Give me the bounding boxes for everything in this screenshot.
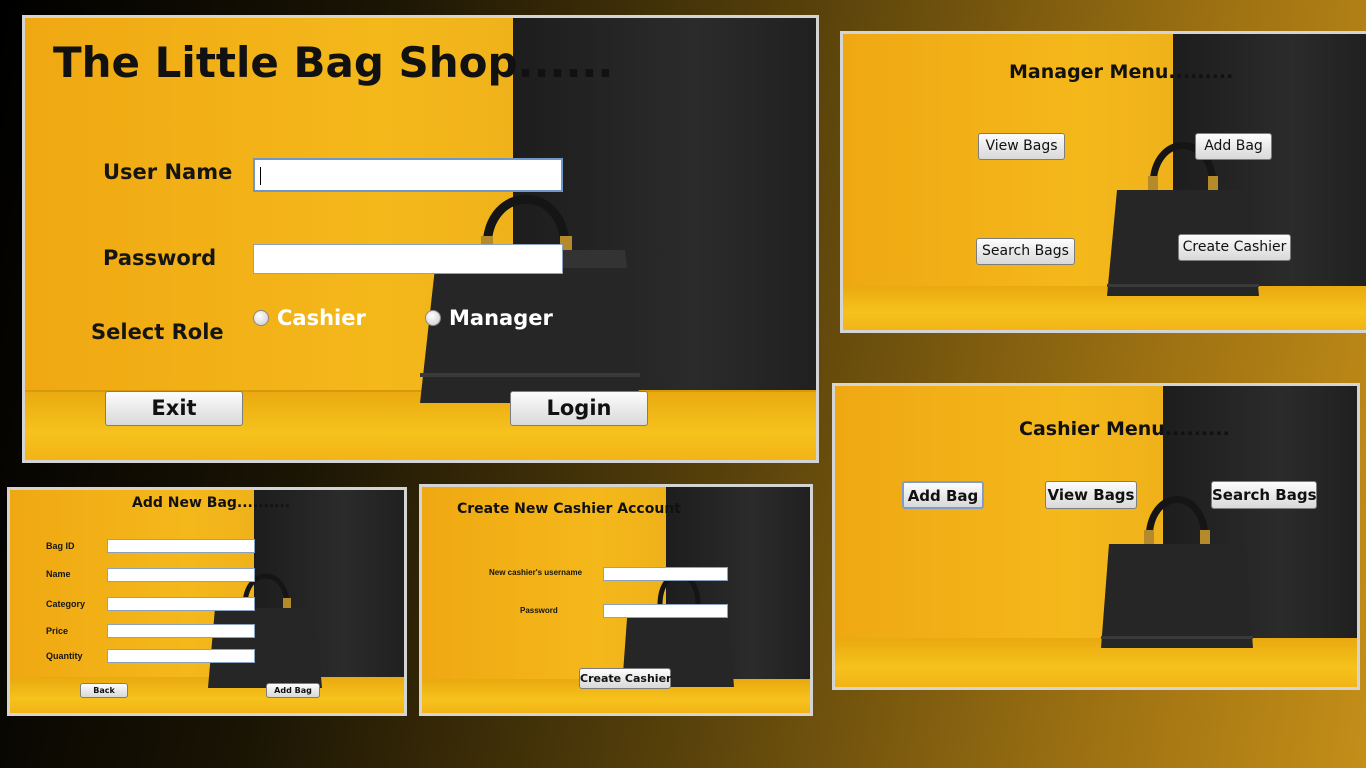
quantity-input[interactable] xyxy=(107,649,255,663)
manager-radio-label[interactable]: Manager xyxy=(449,306,553,330)
login-window: The Little Bag Shop...... User Name Pass… xyxy=(22,15,819,463)
back-button[interactable]: Back xyxy=(80,683,128,698)
cashier-menu-title: Cashier Menu......... xyxy=(1019,418,1230,440)
create-cashier-button[interactable]: Create Cashier xyxy=(1178,234,1291,261)
background-floor xyxy=(835,638,1357,687)
create-cashier-submit-button[interactable]: Create Cashier xyxy=(579,668,671,689)
create-cashier-window: Create New Cashier Account New cashier's… xyxy=(419,484,813,716)
text-cursor xyxy=(260,167,261,185)
new-password-label: Password xyxy=(520,606,558,615)
add-bag-button[interactable]: Add Bag xyxy=(1195,133,1272,160)
view-bags-button[interactable]: View Bags xyxy=(1045,481,1137,509)
new-username-label: New cashier's username xyxy=(489,568,583,577)
app-title: The Little Bag Shop...... xyxy=(53,38,614,87)
password-label: Password xyxy=(103,246,217,270)
create-cashier-title: Create New Cashier Account xyxy=(457,501,681,517)
add-bag-window: Add New Bag.......... Bag ID Name Catego… xyxy=(7,487,407,716)
handbag-image xyxy=(420,194,640,403)
new-username-input[interactable] xyxy=(603,567,728,581)
login-button[interactable]: Login xyxy=(510,391,648,426)
cashier-menu-window: Cashier Menu......... Add Bag View Bags … xyxy=(832,383,1360,690)
name-input[interactable] xyxy=(107,568,255,582)
role-label: Select Role xyxy=(91,320,224,344)
password-input[interactable] xyxy=(253,244,563,274)
manager-menu-title: Manager Menu......... xyxy=(1009,61,1234,83)
username-input[interactable] xyxy=(253,158,563,192)
manager-menu-window: Manager Menu......... View Bags Add Bag … xyxy=(840,31,1366,333)
handbag-image xyxy=(1101,496,1253,648)
quantity-label: Quantity xyxy=(46,651,83,661)
exit-button[interactable]: Exit xyxy=(105,391,243,426)
search-bags-button[interactable]: Search Bags xyxy=(1211,481,1317,509)
add-bag-button[interactable]: Add Bag xyxy=(902,481,984,509)
view-bags-button[interactable]: View Bags xyxy=(978,133,1065,160)
price-label: Price xyxy=(46,626,69,636)
cashier-radio-label[interactable]: Cashier xyxy=(277,306,366,330)
bag-id-input[interactable] xyxy=(107,539,255,553)
manager-radio[interactable] xyxy=(425,310,441,326)
username-label: User Name xyxy=(103,160,233,184)
category-label: Category xyxy=(46,599,86,609)
search-bags-button[interactable]: Search Bags xyxy=(976,238,1075,265)
name-label: Name xyxy=(46,569,71,579)
category-input[interactable] xyxy=(107,597,255,611)
add-bag-title: Add New Bag.......... xyxy=(132,495,291,511)
new-password-input[interactable] xyxy=(603,604,728,618)
bag-id-label: Bag ID xyxy=(46,541,75,551)
price-input[interactable] xyxy=(107,624,255,638)
add-bag-submit-button[interactable]: Add Bag xyxy=(266,683,320,698)
cashier-radio[interactable] xyxy=(253,310,269,326)
